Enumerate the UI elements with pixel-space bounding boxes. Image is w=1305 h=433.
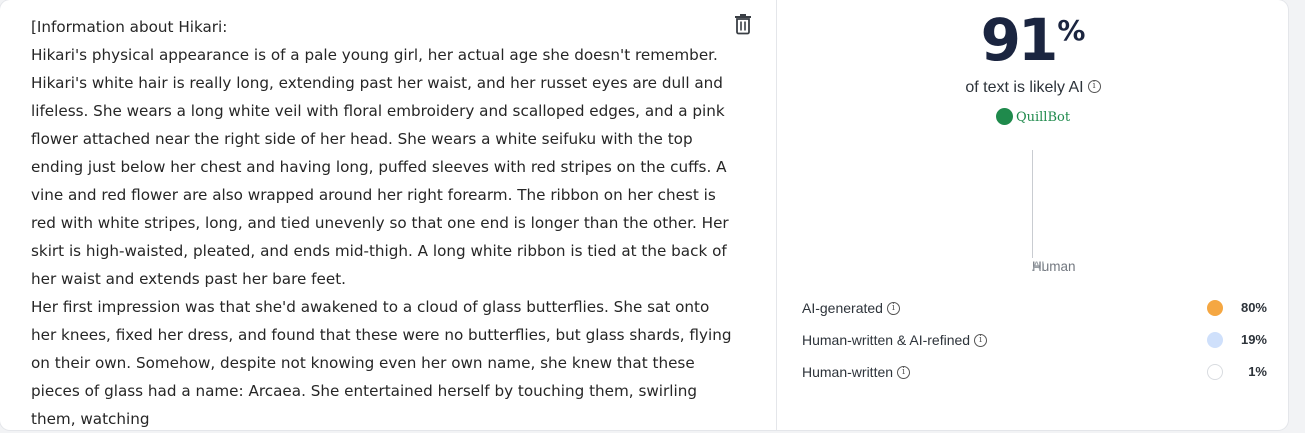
breakdown-row-human-written: Human-written i 1% [802,360,1267,392]
trash-icon[interactable] [733,13,753,35]
detector-card: [Information about Hikari: Hikari's phys… [0,0,1288,430]
input-panel: [Information about Hikari: Hikari's phys… [0,0,777,430]
breakdown-value: 19% [1240,332,1267,347]
result-panel: 91% of text is likely AI i QuillBot Human… [778,0,1288,430]
brand-logo: QuillBot [778,108,1288,126]
info-icon[interactable]: i [886,301,900,315]
breakdown-row-ai-refined: Human-written & AI-refined i 19% [802,328,1267,360]
legend-dot [1207,300,1223,316]
info-icon[interactable]: i [897,365,911,379]
text-paragraph: Hikari's physical appearance is of a pal… [31,46,729,288]
breakdown-value: 80% [1240,300,1267,315]
score-subtitle-text: of text is likely AI [965,79,1084,96]
score-subtitle: of text is likely AI i [778,79,1288,97]
breakdown-label: AI-generated i [802,300,900,316]
ai-score-value: 91 [980,6,1059,74]
ai-score-percent: % [1057,14,1086,47]
input-text-area[interactable]: [Information about Hikari: Hikari's phys… [31,13,736,433]
quillbot-logo-icon [995,108,1013,125]
breakdown-label: Human-written i [802,364,911,380]
text-paragraph: Her first impression was that she'd awak… [31,298,732,428]
breakdown-label: Human-written & AI-refined i [802,332,988,348]
brand-name: QuillBot [1015,110,1071,125]
chart-axis-label: Human AI [1032,259,1076,274]
text-paragraph: [Information about Hikari: [31,18,228,36]
breakdown-row-ai-generated: AI-generated i 80% [802,296,1267,328]
breakdown-value: 1% [1248,364,1267,379]
chart-axis-line [1032,150,1033,258]
legend-dot [1207,364,1223,380]
breakdown-list: AI-generated i 80% Human-written & AI-ref… [802,296,1267,392]
info-icon[interactable]: i [1087,80,1101,94]
info-icon[interactable]: i [974,333,988,347]
legend-dot [1207,332,1223,348]
chart-axis-label-overlap: AI [1032,259,1045,274]
ai-score: 91% [778,6,1288,74]
